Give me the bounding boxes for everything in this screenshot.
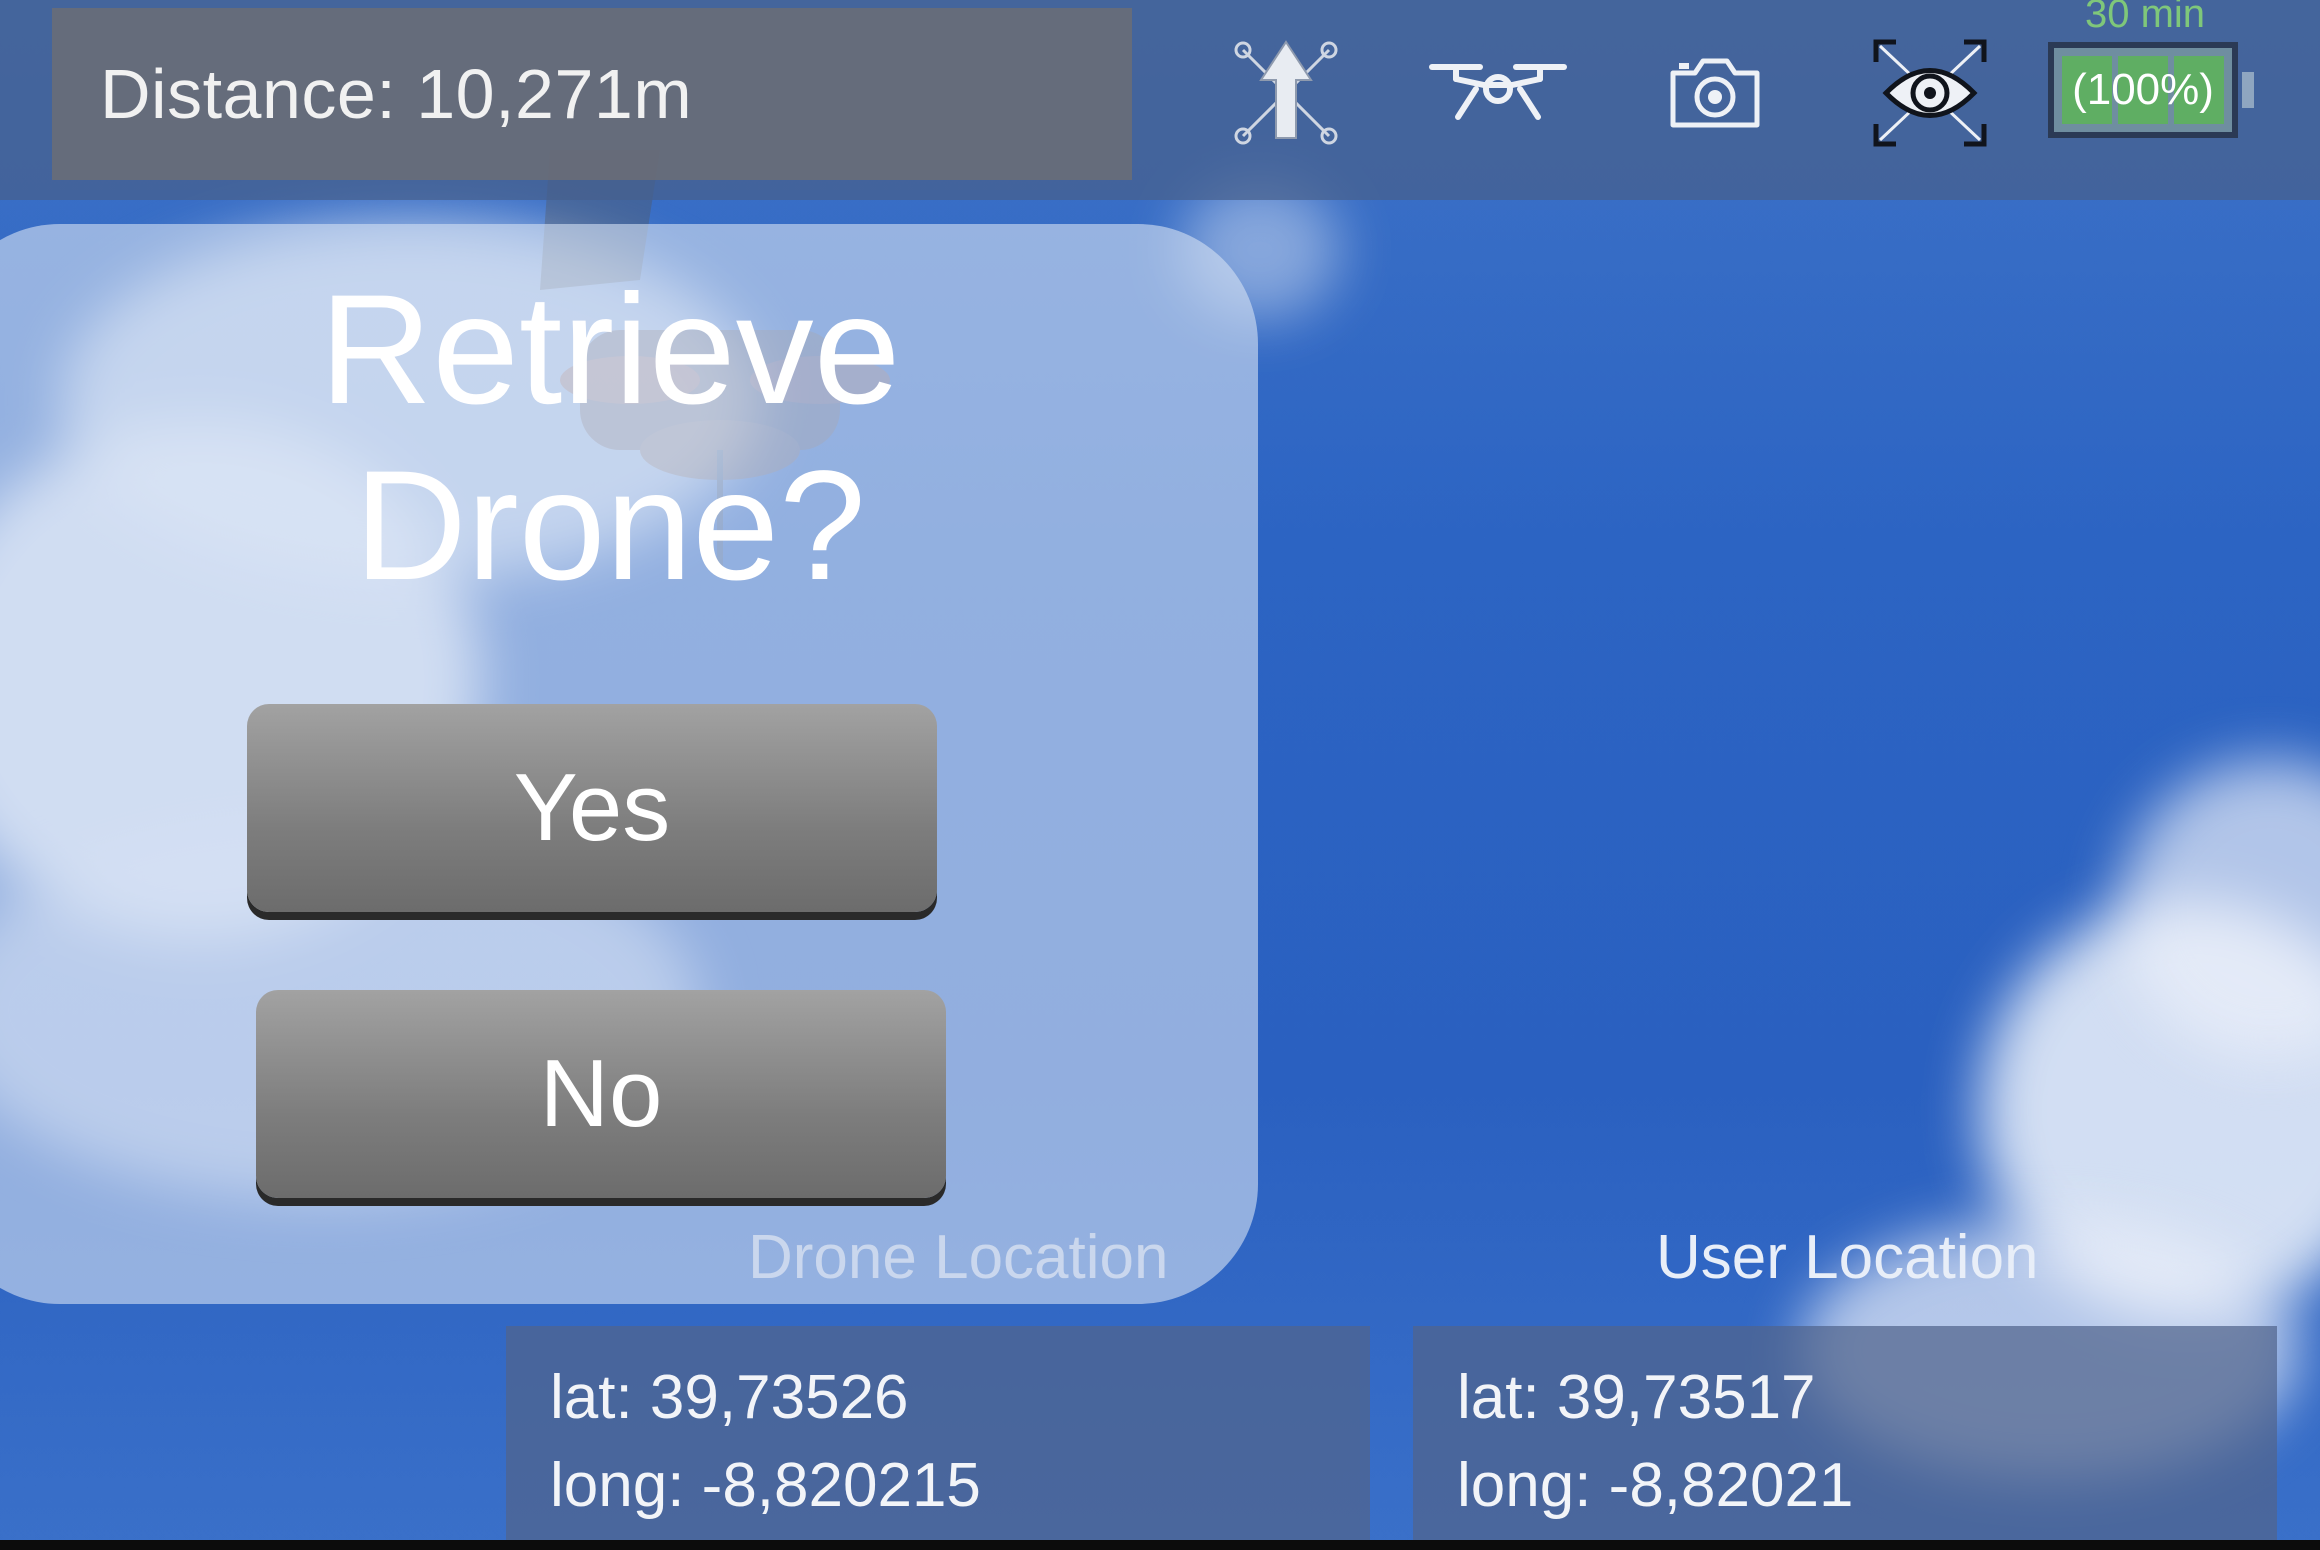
user-location-panel: lat: 39,73517 long: -8,82021 — [1413, 1326, 2277, 1540]
user-longitude: long: -8,82021 — [1457, 1451, 1854, 1520]
no-button[interactable]: No — [256, 990, 946, 1198]
yes-button[interactable]: Yes — [247, 704, 937, 912]
battery-indicator: (100%) — [2048, 42, 2254, 144]
camera-icon[interactable] — [1660, 38, 1770, 148]
battery-body: (100%) — [2048, 42, 2238, 138]
user-latitude: lat: 39,73517 — [1457, 1363, 1816, 1432]
battery-tip — [2242, 72, 2254, 108]
distance-panel: Distance: 10,271m — [52, 8, 1132, 180]
distance-readout: Distance: 10,271m — [100, 55, 693, 133]
battery-time-remaining: 30 min — [2084, 0, 2206, 36]
move-up-icon[interactable] — [1226, 38, 1346, 148]
drone-icon[interactable] — [1428, 38, 1568, 148]
drone-longitude: long: -8,820215 — [550, 1451, 981, 1520]
drone-location-panel: lat: 39,73526 long: -8,820215 — [506, 1326, 1370, 1540]
user-location-label: User Location — [1656, 1223, 2039, 1292]
dialog-title: Retrieve Drone? — [60, 262, 1160, 614]
bottom-edge — [0, 1540, 2320, 1550]
dialog-title-line1: Retrieve — [319, 263, 901, 437]
view-icon[interactable] — [1870, 38, 1990, 148]
dialog-title-line2: Drone? — [354, 439, 866, 613]
drone-location-label: Drone Location — [748, 1223, 1169, 1292]
drone-latitude: lat: 39,73526 — [550, 1363, 909, 1432]
battery-percent: (100%) — [2072, 65, 2214, 114]
